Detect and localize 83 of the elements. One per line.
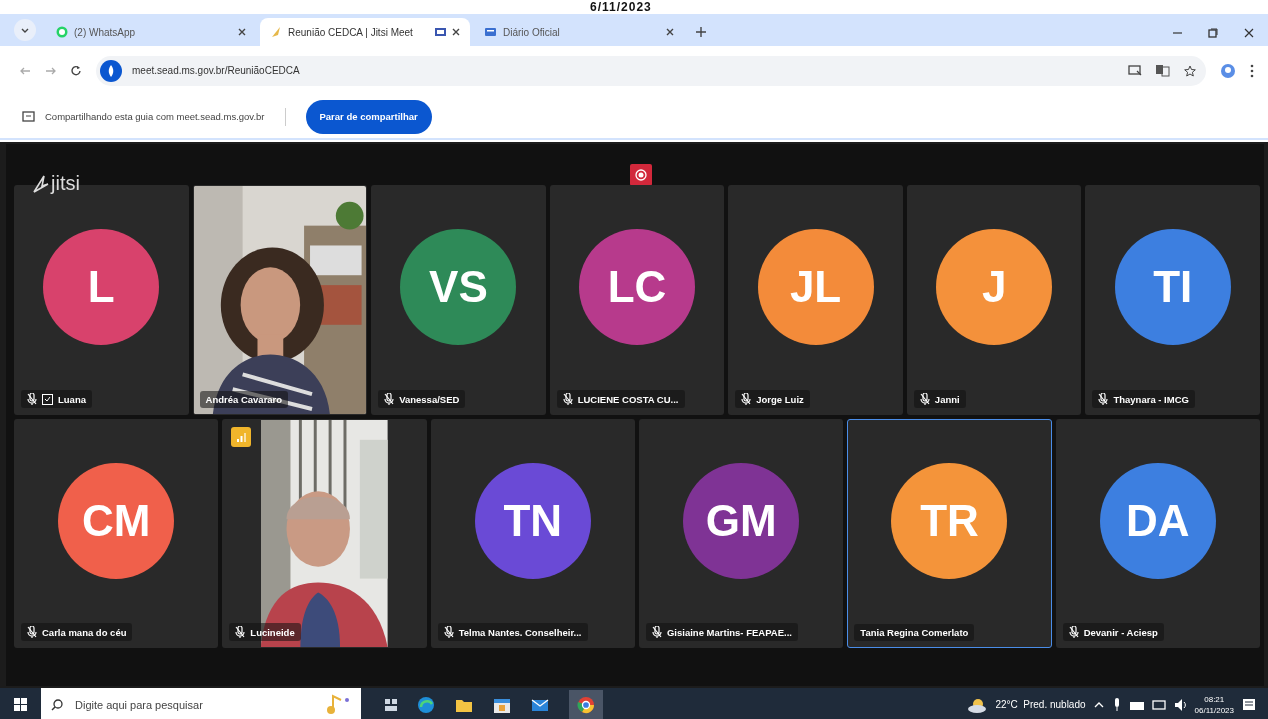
avatar: CM	[58, 462, 175, 579]
plus-icon	[696, 27, 706, 37]
search-icon	[51, 698, 63, 711]
avatar: LC	[579, 229, 695, 345]
participant-name: Jorge Luiz	[756, 393, 804, 405]
chat-icon	[56, 26, 68, 38]
task-view-icon[interactable]	[385, 698, 397, 711]
chevron-up-icon[interactable]	[1093, 700, 1104, 709]
browser-icon[interactable]	[417, 695, 435, 714]
notifications-icon[interactable]	[1242, 697, 1256, 712]
stop-sharing-button[interactable]: Parar de compartilhar	[305, 99, 432, 134]
screen-icon	[22, 111, 35, 122]
participant-tile[interactable]: TN Telma Nantes. Conselheir...	[430, 419, 635, 648]
avatar: TI	[1114, 229, 1231, 345]
search-input[interactable]: Digite aqui para pesquisar	[73, 697, 315, 712]
participant-tile[interactable]: Lucineide	[222, 419, 427, 648]
date-text: 6/11/2023	[590, 0, 652, 14]
avatar: L	[43, 229, 160, 345]
participant-tile[interactable]: GM Gisiaine Martins- FEAPAE...	[639, 419, 844, 648]
participant-tile[interactable]: TR Tania Regina Comerlato	[847, 419, 1052, 648]
avatar: GM	[683, 462, 800, 579]
menu-icon[interactable]	[1250, 63, 1254, 78]
avatar: TN	[474, 462, 591, 579]
avatar: J	[936, 229, 1053, 345]
cast-icon[interactable]	[1128, 64, 1142, 77]
site-info-icon[interactable]	[100, 59, 122, 82]
restore-icon[interactable]	[1208, 28, 1218, 38]
participant-tile[interactable]: TI Thaynara - IMCG	[1085, 185, 1260, 415]
record-icon	[635, 169, 647, 181]
newspaper-icon	[484, 26, 497, 38]
browser-tab[interactable]: Reunião CEDCA | Jitsi Meet	[260, 18, 470, 46]
clock-time[interactable]: 08:21	[1204, 693, 1225, 705]
participant-name: Andréa Cavararo	[205, 394, 283, 405]
participant-name: Lucineide	[250, 626, 295, 638]
participant-tile[interactable]: VS Vanessa/SED	[371, 185, 546, 415]
close-icon[interactable]	[238, 28, 246, 36]
close-icon[interactable]	[452, 28, 460, 36]
avatar: JL	[757, 229, 874, 345]
participant-name: LUCIENE COSTA CU...	[577, 393, 679, 405]
participant-name: Gisiaine Martins- FEAPAE...	[667, 626, 792, 638]
weather-text[interactable]: 22°C Pred. nublado	[995, 699, 1086, 710]
avatar: VS	[400, 229, 517, 345]
clock-date[interactable]: 06/11/2023	[1194, 704, 1234, 716]
star-icon[interactable]	[1184, 64, 1196, 77]
avatar: TR	[891, 462, 1008, 579]
participant-name: Tania Regina Comerlato	[860, 627, 969, 638]
browser-tab[interactable]: (2) WhatsApp	[46, 18, 256, 46]
connection-indicator[interactable]	[231, 427, 252, 447]
sharing-message: Compartilhando esta guia com meet.sead.ms.gov.br	[45, 111, 265, 122]
participant-name: Telma Nantes. Conselheir...	[458, 626, 582, 638]
participant-tile[interactable]: DA Devanir - Aciesp	[1055, 419, 1260, 648]
feather-icon	[32, 173, 49, 194]
participant-name: Luana	[58, 393, 86, 405]
volume-icon[interactable]	[1173, 697, 1187, 712]
participant-name: Janni	[934, 393, 960, 405]
close-icon[interactable]	[1244, 28, 1254, 38]
windows-start-icon[interactable]	[14, 698, 27, 711]
chrome-taskbar-icon[interactable]	[569, 689, 603, 719]
close-icon[interactable]	[666, 28, 674, 36]
participant-tile[interactable]: CM Carla mana do céu	[14, 419, 219, 648]
participant-tile[interactable]: J Janni	[906, 185, 1082, 415]
music-note-icon	[325, 693, 351, 716]
address-bar[interactable]: meet.sead.ms.gov.br/ReuniãoCEDCA	[96, 55, 1206, 86]
translate-icon[interactable]	[1156, 64, 1170, 77]
chrome-icon	[577, 695, 595, 714]
participant-name: Vanessa/SED	[399, 393, 460, 405]
participant-name: Devanir - Aciesp	[1083, 626, 1158, 638]
participant-tile[interactable]: LC LUCIENE COSTA CU...	[549, 185, 725, 415]
participant-name: Carla mana do céu	[42, 626, 127, 638]
participant-name: Thaynara - IMCG	[1113, 393, 1189, 405]
participant-tile[interactable]: Andréa Cavararo	[192, 185, 368, 415]
participant-tile[interactable]: JL Jorge Luiz	[728, 185, 903, 415]
taskbar-search-field[interactable]: Digite aqui para pesquisar	[41, 688, 361, 719]
feather-icon	[270, 26, 282, 38]
reload-icon[interactable]	[70, 65, 82, 76]
caret-icon	[21, 27, 29, 33]
browser-tab[interactable]: Diário Oficial	[474, 18, 684, 46]
avatar: DA	[1099, 462, 1216, 579]
signal-bars-icon	[235, 431, 247, 443]
profile-icon[interactable]	[1220, 62, 1236, 79]
weather-icon	[968, 696, 988, 713]
display-icon[interactable]	[1151, 698, 1166, 711]
screen-share-icon	[435, 27, 446, 37]
